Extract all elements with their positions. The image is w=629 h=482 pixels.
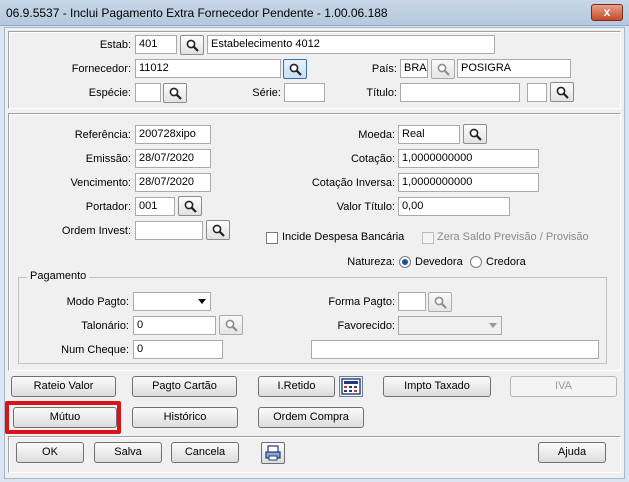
emissao-field[interactable]: 28/07/2020 [135,149,211,168]
num-cheque-label: Num Cheque: [61,344,129,356]
talonario-search-button[interactable] [219,315,243,335]
ordem-invest-field[interactable] [135,221,203,240]
credora-radio[interactable] [470,256,482,268]
search-icon [437,63,450,76]
chevron-down-icon [489,323,497,328]
pais-name-field[interactable]: POSIGRA [457,59,571,78]
referencia-label: Referência: [74,129,131,141]
ajuda-button[interactable]: Ajuda [538,442,606,463]
num-cheque-field[interactable]: 0 [133,340,223,359]
zera-saldo-label: Zera Saldo Previsão / Provisão [437,231,589,243]
print-icon [265,445,281,461]
ok-button[interactable]: OK [16,442,84,463]
devedora-radio[interactable] [399,256,411,268]
cancela-button[interactable]: Cancela [171,442,239,463]
window-title: 06.9.5537 - Inclui Pagamento Extra Forne… [6,6,388,20]
search-icon [169,87,182,100]
moeda-field[interactable]: Real [398,125,460,144]
search-icon [186,39,199,52]
especie-label: Espécie: [88,87,131,99]
titulo-field[interactable] [400,83,520,102]
valor-titulo-label: Valor Título: [336,201,395,213]
serie-field[interactable] [284,83,325,102]
referencia-field[interactable]: 200728xipo [135,125,211,144]
forma-pagto-search-button[interactable] [428,292,452,312]
ordem-compra-button[interactable]: Ordem Compra [258,407,364,428]
cotacao-inversa-label: Cotação Inversa: [311,177,395,189]
talonario-field[interactable]: 0 [133,316,216,335]
zera-saldo-checkbox[interactable] [422,232,434,244]
pagto-cartao-button[interactable]: Pagto Cartão [132,376,237,397]
cotacao-field[interactable]: 1,0000000000 [398,149,539,168]
incide-despesa-checkbox[interactable] [266,232,278,244]
serie-label: Série: [252,87,281,99]
portador-field[interactable]: 001 [135,197,175,216]
historico-button[interactable]: Histórico [132,407,238,428]
moeda-search-button[interactable] [463,124,487,144]
fornecedor-code-field[interactable]: 11012 [135,59,281,78]
i-retido-button[interactable]: I.Retido [258,376,335,397]
close-button[interactable]: x [591,4,623,21]
fornecedor-search-button[interactable] [283,59,307,79]
search-icon [434,296,447,309]
impto-taxado-button[interactable]: Impto Taxado [383,376,491,397]
estab-name-field[interactable]: Estabelecimento 4012 [207,35,495,54]
moeda-label: Moeda: [358,129,395,141]
estab-code-field[interactable]: 401 [135,35,177,54]
search-icon [469,128,482,141]
pais-code-field[interactable]: BRA [400,59,428,78]
cotacao-inversa-field[interactable]: 1,0000000000 [398,173,539,192]
portador-search-button[interactable] [178,196,202,216]
search-icon [289,63,302,76]
especie-search-button[interactable] [163,83,187,103]
natureza-label: Natureza: [347,256,395,268]
salva-button[interactable]: Salva [94,442,162,463]
pais-label: País: [371,63,397,75]
calculator-icon-button[interactable] [339,376,363,397]
especie-field[interactable] [135,83,161,102]
fornecedor-label: Fornecedor: [71,63,131,75]
estab-search-button[interactable] [180,35,204,55]
titulo-parcela-field[interactable] [527,83,547,102]
highlight-box [5,401,121,434]
cotacao-label: Cotação: [350,153,395,165]
search-icon [556,86,569,99]
portador-label: Portador: [85,201,131,213]
ordem-invest-search-button[interactable] [206,220,230,240]
dialog-body: Estab: 401 Estabelecimento 4012 Forneced… [4,27,625,479]
favorecido-label: Favorecido: [337,320,395,332]
rateio-valor-button[interactable]: Rateio Valor [11,376,116,397]
title-bar: 06.9.5537 - Inclui Pagamento Extra Forne… [0,0,629,26]
pais-search-button[interactable] [431,59,455,79]
forma-pagto-label: Forma Pagto: [328,296,395,308]
valor-titulo-field[interactable]: 0,00 [398,197,510,216]
pagamento-group-title: Pagamento [27,270,90,282]
estab-label: Estab: [99,39,131,51]
pagamento-extra-field[interactable] [311,340,599,359]
titulo-search-button[interactable] [550,82,574,102]
modo-pagto-label: Modo Pagto: [66,296,129,308]
emissao-label: Emissão: [85,153,131,165]
search-icon [225,319,238,332]
search-icon [184,200,197,213]
calculator-icon [341,378,361,395]
credora-label: Credora [486,256,526,268]
modo-pagto-select[interactable] [133,292,211,311]
ordem-invest-label: Ordem Invest: [61,225,131,237]
vencimento-field[interactable]: 28/07/2020 [135,173,211,192]
iva-button[interactable]: IVA [510,376,617,397]
print-icon-button[interactable] [261,442,285,464]
titulo-label: Título: [366,87,397,99]
devedora-label: Devedora [415,256,463,268]
forma-pagto-field[interactable] [398,292,426,311]
search-icon [212,224,225,237]
incide-despesa-label: Incide Despesa Bancária [282,231,405,243]
talonario-label: Talonário: [81,320,129,332]
vencimento-label: Vencimento: [70,177,131,189]
chevron-down-icon [198,299,206,304]
favorecido-select[interactable] [398,316,502,335]
